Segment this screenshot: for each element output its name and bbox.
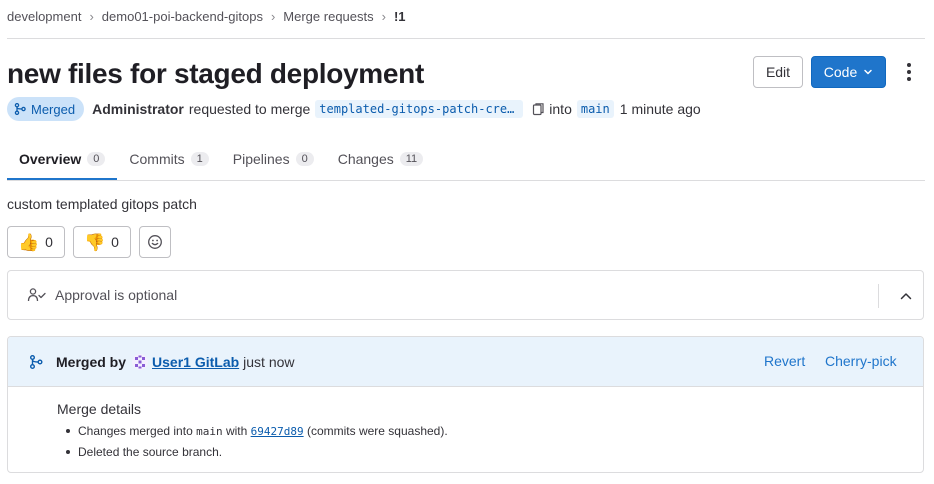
tab-pipelines[interactable]: Pipelines 0: [221, 137, 326, 180]
tabs-divider: [7, 180, 925, 181]
merge-icon: [14, 103, 26, 115]
merged-time: just now: [243, 353, 295, 370]
thumbs-down-icon: 👎: [84, 232, 106, 252]
commit-sha-link[interactable]: 69427d89: [251, 425, 304, 438]
code-button-label: Code: [823, 64, 858, 80]
revert-button[interactable]: Revert: [764, 353, 805, 369]
breadcrumb-merge-requests[interactable]: Merge requests: [283, 9, 373, 24]
tab-count: 11: [399, 151, 424, 166]
target-branch[interactable]: main: [576, 100, 614, 118]
breadcrumb-separator-icon: ›: [381, 8, 386, 24]
merged-by-user-link[interactable]: User1 GitLab: [152, 354, 239, 370]
status-badge-label: Merged: [31, 101, 76, 117]
more-actions-icon[interactable]: [898, 60, 920, 84]
tab-changes[interactable]: Changes 11: [326, 137, 435, 180]
mr-meta-line: Merged Administrator requested to merge …: [7, 97, 701, 121]
thumbs-up-button[interactable]: 👍 0: [7, 226, 65, 258]
thumbs-up-icon: 👍: [18, 232, 40, 252]
breadcrumb-current[interactable]: !1: [394, 9, 406, 24]
merged-by-label: Merged by: [56, 353, 127, 370]
tab-commits[interactable]: Commits 1: [117, 137, 220, 180]
requested-text: requested to merge: [188, 101, 311, 117]
approval-widget: Approval is optional: [7, 270, 924, 320]
approval-icon: [27, 287, 47, 303]
chevron-up-icon[interactable]: [888, 284, 924, 308]
breadcrumb: development › demo01-poi-backend-gitops …: [7, 8, 406, 24]
breadcrumb-separator-icon: ›: [89, 8, 94, 24]
approval-divider: [878, 284, 879, 308]
edit-button[interactable]: Edit: [753, 56, 803, 88]
mr-description: custom templated gitops patch: [7, 196, 197, 212]
cherry-pick-button[interactable]: Cherry-pick: [825, 353, 897, 369]
tab-label: Commits: [129, 150, 185, 167]
merge-details-title: Merge details: [57, 401, 142, 417]
into-text: into: [549, 101, 572, 117]
merged-by-text: Merged by User1 GitLab just now: [56, 353, 295, 370]
breadcrumb-separator-icon: ›: [270, 8, 276, 24]
merged-widget-header: Merged by User1 GitLab just now Revert C…: [8, 337, 923, 387]
merge-icon: [29, 354, 43, 369]
breadcrumb-project[interactable]: demo01-poi-backend-gitops: [102, 9, 263, 24]
source-branch[interactable]: templated-gitops-patch-create: [315, 100, 524, 118]
header-divider: [7, 38, 925, 39]
tab-overview[interactable]: Overview 0: [7, 137, 117, 180]
page-title: new files for staged deployment: [7, 58, 425, 89]
list-item: Changes merged into main with 69427d89 (…: [66, 421, 923, 442]
breadcrumb-group[interactable]: development: [7, 9, 81, 24]
approval-label: Approval is optional: [55, 287, 178, 303]
tab-count: 0: [87, 151, 106, 166]
thumbs-down-count: 0: [111, 234, 119, 250]
list-item: Deleted the source branch.: [66, 442, 923, 462]
add-reaction-button[interactable]: [139, 226, 171, 258]
timestamp: 1 minute ago: [619, 101, 701, 117]
chevron-down-icon: [864, 69, 872, 75]
thumbs-up-count: 0: [45, 234, 53, 250]
copy-branch-icon[interactable]: [531, 102, 545, 116]
author-name[interactable]: Administrator: [92, 101, 184, 117]
tab-count: 0: [295, 151, 314, 166]
tab-label: Changes: [337, 150, 394, 167]
code-dropdown-button[interactable]: Code: [811, 56, 886, 88]
status-badge: Merged: [7, 97, 85, 121]
merged-widget: Merged by User1 GitLab just now Revert C…: [7, 336, 924, 473]
smiley-icon: [148, 235, 162, 249]
tab-label: Overview: [19, 150, 82, 167]
merge-line-text: Changes merged into: [78, 424, 193, 438]
target-branch-code: main: [196, 425, 223, 438]
thumbs-down-button[interactable]: 👎 0: [73, 226, 131, 258]
user-avatar[interactable]: [132, 353, 149, 370]
merge-details-list: Changes merged into main with 69427d89 (…: [57, 421, 923, 462]
merge-details: Merge details Changes merged into main w…: [8, 387, 923, 462]
mr-tabs: Overview 0 Commits 1 Pipelines 0 Changes…: [7, 137, 435, 180]
merge-line-text: with: [225, 424, 248, 438]
merge-line-text: (commits were squashed).: [306, 424, 448, 438]
tab-label: Pipelines: [232, 150, 290, 167]
tab-count: 1: [190, 151, 209, 166]
